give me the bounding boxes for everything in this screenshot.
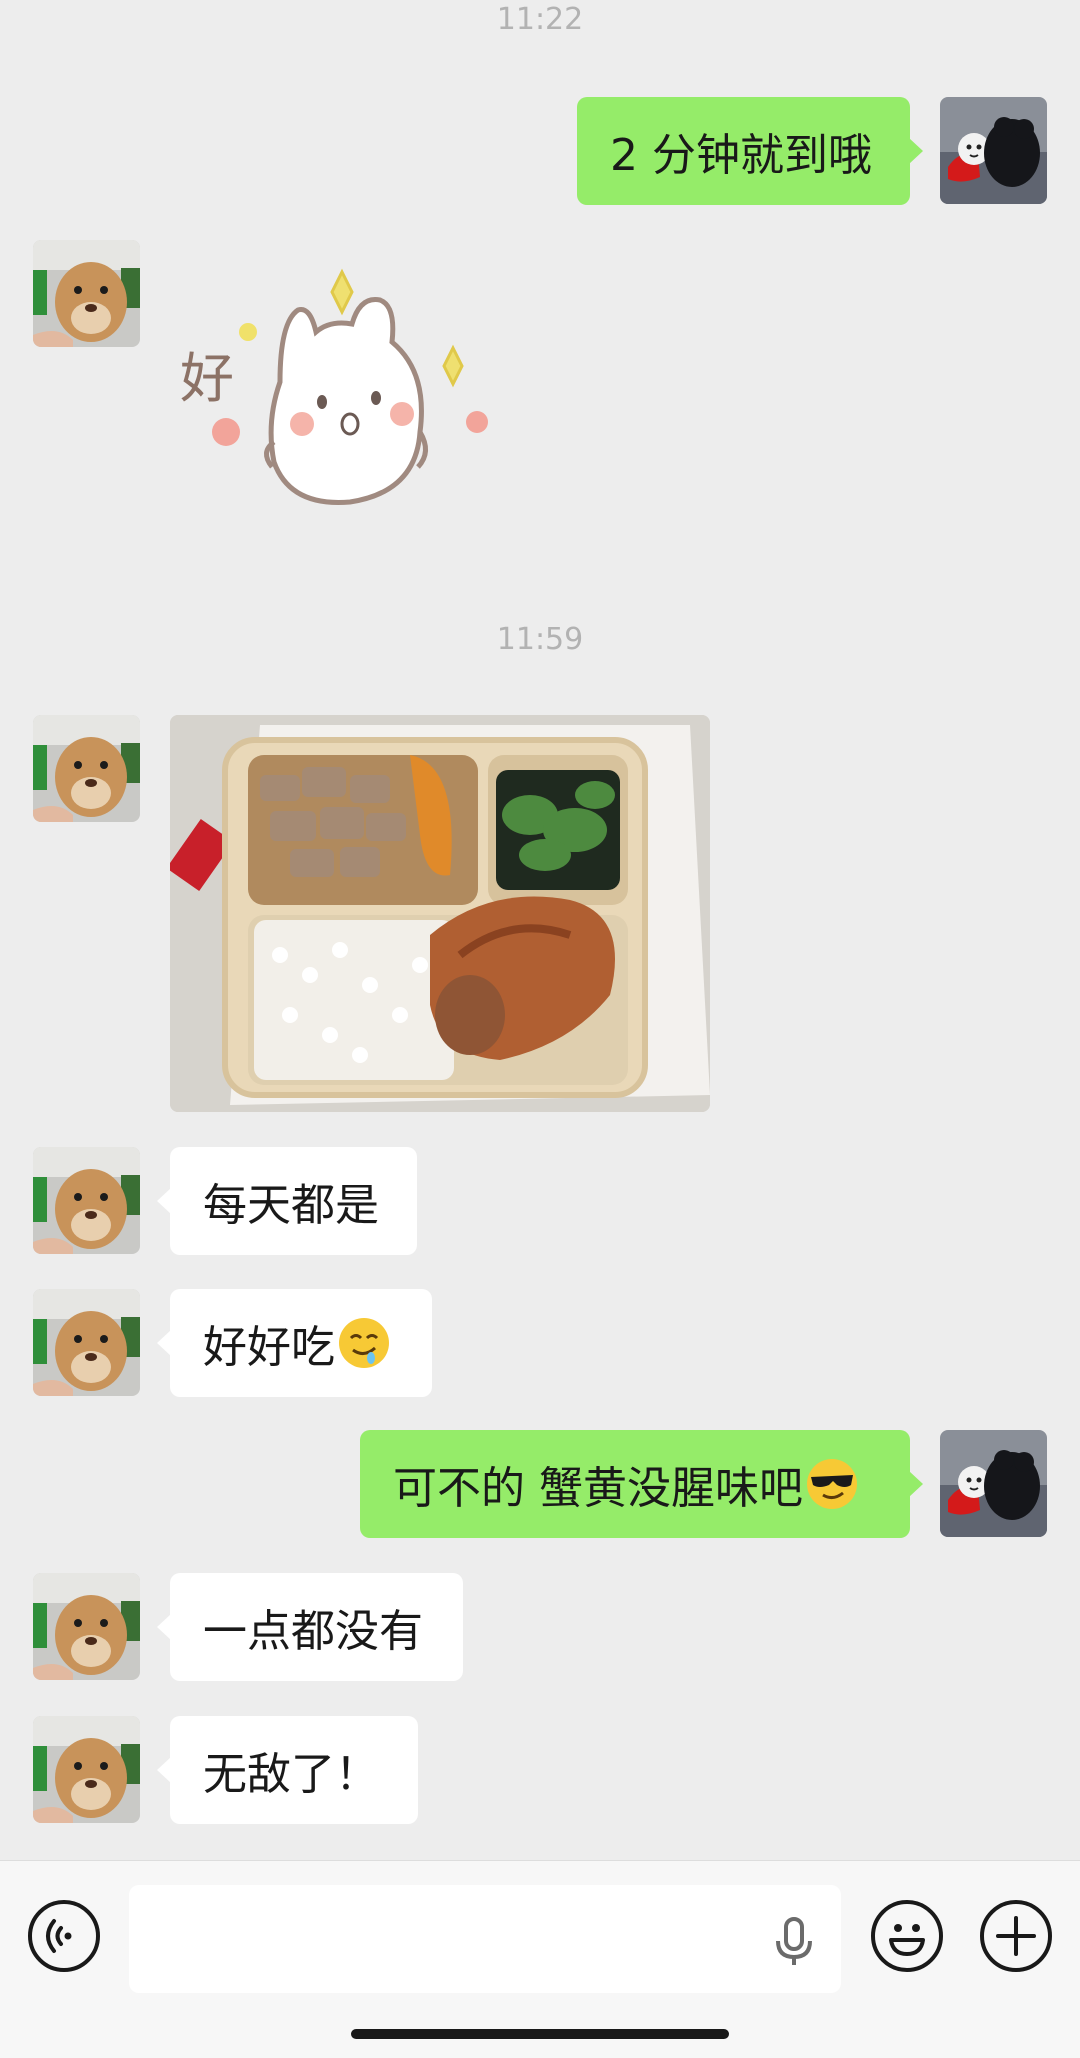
my-avatar[interactable]: [940, 97, 1047, 204]
timestamp: 11:22: [496, 2, 584, 37]
mic-icon[interactable]: [764, 1911, 824, 1971]
smiling-face-with-sunglasses-emoji: [805, 1457, 859, 1511]
sticker-text: 好: [180, 347, 234, 410]
message-input[interactable]: [129, 1885, 841, 1993]
contact-avatar[interactable]: [33, 1573, 140, 1680]
message-text: 2 分钟就到哦: [610, 130, 872, 181]
contact-avatar[interactable]: [33, 1289, 140, 1396]
food-photo-message[interactable]: [170, 715, 710, 1112]
message-bubble-outgoing[interactable]: 2 分钟就到哦: [577, 97, 923, 205]
message-bubble-incoming[interactable]: 一点都没有: [157, 1573, 463, 1681]
message-bubble-incoming[interactable]: 无敌了！: [157, 1716, 418, 1824]
my-avatar[interactable]: [940, 1430, 1047, 1537]
voice-icon[interactable]: [28, 1900, 100, 1972]
message-bubble-incoming[interactable]: 好好吃: [157, 1289, 432, 1397]
contact-avatar[interactable]: [33, 1147, 140, 1254]
timestamp: 11:59: [496, 622, 584, 657]
contact-avatar[interactable]: [33, 715, 140, 822]
plus-icon[interactable]: [980, 1900, 1052, 1972]
emoji-icon[interactable]: [871, 1900, 943, 1972]
home-indicator: [351, 2029, 729, 2039]
message-text: 可不的 蟹黄没腥味吧: [393, 1463, 803, 1514]
sticker-message[interactable]: 好: [170, 262, 505, 517]
drooling-face-emoji: [337, 1316, 391, 1370]
message-bubble-incoming[interactable]: 每天都是: [157, 1147, 417, 1255]
message-text: 一点都没有: [203, 1606, 423, 1657]
message-text: 无敌了！: [203, 1749, 379, 1800]
contact-avatar[interactable]: [33, 1716, 140, 1823]
message-text: 每天都是: [203, 1180, 379, 1231]
message-text: 好好吃: [203, 1322, 335, 1373]
contact-avatar[interactable]: [33, 240, 140, 347]
message-bubble-outgoing[interactable]: 可不的 蟹黄没腥味吧: [360, 1430, 923, 1538]
